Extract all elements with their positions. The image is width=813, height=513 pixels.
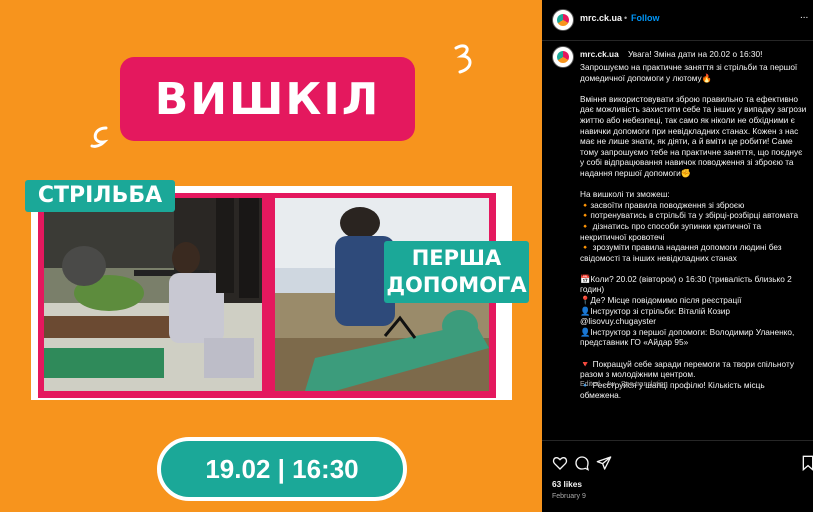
post-panel: mrc.ck.ua • Follow ... mrc.ck.ua Увага! … [542, 0, 813, 512]
post-header: mrc.ck.ua • Follow ... [542, 0, 813, 41]
post-date: February 9 [552, 493, 586, 500]
title-banner: ВИШКІЛ [120, 57, 415, 141]
header-username[interactable]: mrc.ck.ua [580, 13, 622, 23]
see-translation-link[interactable]: See translation [621, 381, 668, 388]
photo-shooting [44, 198, 262, 391]
likes-count[interactable]: 63 likes [552, 479, 582, 489]
caption-body: Запрошуємо на практичне заняття зі стріл… [580, 62, 807, 401]
squiggle-decoration-top [454, 44, 472, 74]
action-bar: 63 likes February 9 [542, 440, 813, 513]
date-time-badge: 19.02 | 16:30 [157, 437, 407, 501]
heart-icon[interactable] [552, 455, 568, 471]
share-icon[interactable] [596, 455, 612, 471]
avatar-logo [557, 51, 569, 63]
caption-avatar[interactable] [552, 46, 574, 68]
header-separator: • [624, 13, 628, 23]
edited-label: Edited · 4w [580, 381, 616, 388]
avatar-logo [557, 14, 569, 26]
label-first-aid-line1: ПЕРША [411, 246, 502, 270]
caption-username[interactable]: mrc.ck.ua [580, 49, 619, 59]
label-shooting: СТРІЛЬБА [25, 180, 175, 212]
title-text: ВИШКІЛ [154, 73, 381, 125]
more-options-button[interactable]: ... [800, 10, 808, 21]
caption-meta: Edited · 4w See translation [580, 381, 668, 388]
label-first-aid: ПЕРША ДОПОМОГА [384, 241, 529, 303]
follow-button[interactable]: Follow [631, 13, 660, 23]
bookmark-icon[interactable] [800, 455, 813, 471]
post-image[interactable]: ВИШКІЛ СТРІЛЬБА ПЕРША ДОПОМОГА 19.02 | 1… [0, 0, 542, 512]
avatar[interactable] [552, 9, 574, 31]
squiggle-decoration-left [90, 126, 109, 148]
label-first-aid-line2: ДОПОМОГА [386, 273, 527, 297]
comment-icon[interactable] [574, 455, 590, 471]
caption-headline: Увага! Зміна дати на 20.02 о 16:30! [628, 49, 763, 59]
